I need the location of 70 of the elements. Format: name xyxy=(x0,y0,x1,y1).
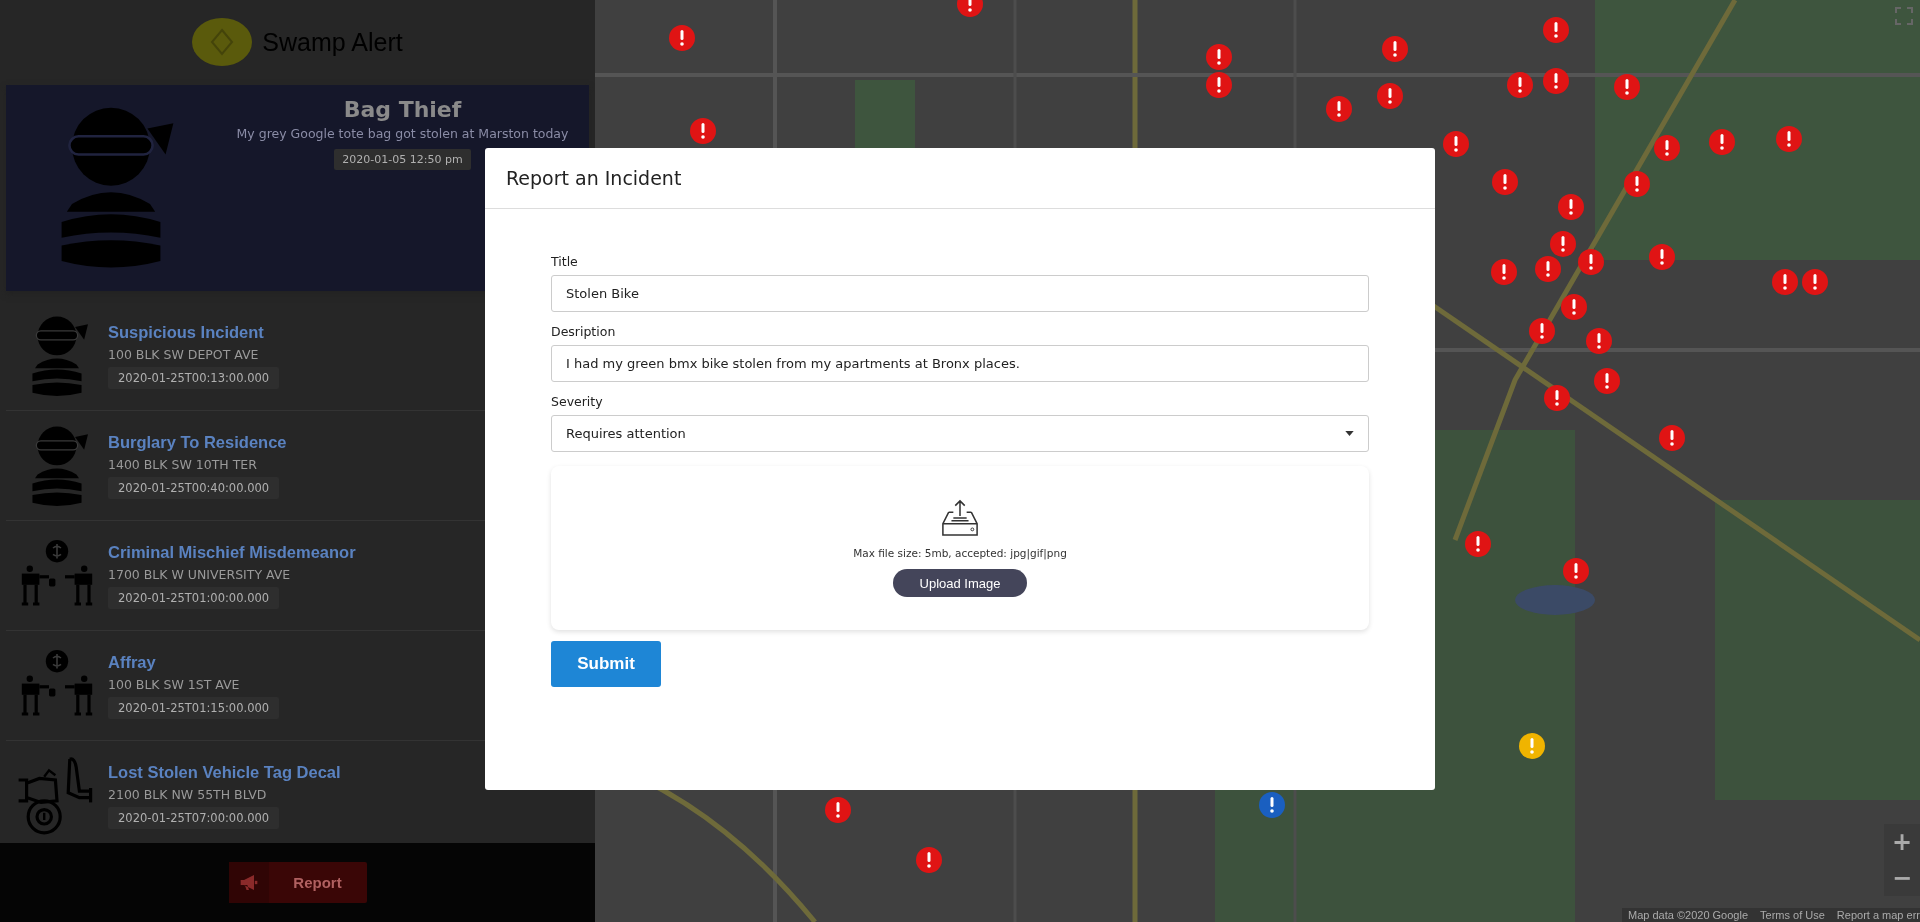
alert-pin-icon[interactable] xyxy=(1800,267,1830,297)
alert-pin-icon[interactable] xyxy=(823,795,853,825)
alert-pin-icon[interactable] xyxy=(1441,129,1471,159)
inbox-upload-icon xyxy=(941,499,979,537)
alert-pin-icon[interactable] xyxy=(1592,366,1622,396)
report-button[interactable]: Report xyxy=(228,862,367,903)
incident-address: 100 BLK SW DEPOT AVE xyxy=(108,347,259,362)
alert-pin-icon[interactable] xyxy=(1622,169,1652,199)
alert-pin-icon[interactable] xyxy=(914,845,944,875)
input-field[interactable]: Stolen Bike xyxy=(551,275,1369,312)
incident-title: Lost Stolen Vehicle Tag Decal xyxy=(108,763,341,782)
featured-time: 2020-01-05 12:50 pm xyxy=(334,149,471,170)
alert-pin-icon[interactable] xyxy=(1489,257,1519,287)
incident-title: Suspicious Incident xyxy=(108,323,264,342)
map-attribution-link[interactable]: Terms of Use xyxy=(1760,909,1825,921)
alert-pin-icon[interactable] xyxy=(1505,70,1535,100)
map-attribution-link[interactable]: Map data ©2020 Google xyxy=(1628,909,1749,921)
input-field[interactable]: I had my green bmx bike stolen from my apartments at Bronx places. xyxy=(551,345,1369,382)
logo-icon xyxy=(192,18,253,66)
alert-pin-icon[interactable] xyxy=(667,23,697,53)
alert-pin-icon[interactable] xyxy=(1612,72,1642,102)
incident-time: 2020-01-25T01:00:00.000 xyxy=(108,587,280,609)
alert-pin-icon[interactable] xyxy=(1517,731,1547,761)
alert-pin-icon[interactable] xyxy=(1556,192,1586,222)
alert-pin-icon[interactable] xyxy=(1647,242,1677,272)
alert-pin-icon[interactable] xyxy=(1584,326,1614,356)
field-label: Title xyxy=(551,254,579,269)
incident-title: Criminal Mischief Misdemeanor xyxy=(108,543,356,562)
alert-pin-icon[interactable] xyxy=(1707,127,1737,157)
featured-title: Bag Thief xyxy=(343,97,462,122)
alert-pin-icon[interactable] xyxy=(1324,94,1354,124)
alert-pin-icon[interactable] xyxy=(1527,316,1557,346)
alert-pin-icon[interactable] xyxy=(1204,42,1234,72)
alert-pin-icon[interactable] xyxy=(1257,790,1287,820)
incident-address: 2100 BLK NW 55TH BLVD xyxy=(108,787,267,802)
alert-pin-icon[interactable] xyxy=(1770,267,1800,297)
alert-pin-icon[interactable] xyxy=(1541,66,1571,96)
alert-pin-icon[interactable] xyxy=(1774,124,1804,154)
featured-description: My grey Google tote bag got stolen at Marston today xyxy=(236,126,569,141)
alert-pin-icon[interactable] xyxy=(1542,383,1572,413)
alert-pin-icon[interactable] xyxy=(688,116,718,146)
alert-pin-icon[interactable] xyxy=(1375,81,1405,111)
alert-pin-icon[interactable] xyxy=(1652,133,1682,163)
incident-time: 2020-01-25T01:15:00.000 xyxy=(108,697,280,719)
alert-pin-icon[interactable] xyxy=(1559,292,1589,322)
upload-image-button[interactable]: Upload Image xyxy=(893,569,1027,597)
select-field[interactable]: Requires attention xyxy=(551,415,1369,452)
alert-pin-icon[interactable] xyxy=(1463,529,1493,559)
incident-time: 2020-01-25T00:40:00.000 xyxy=(108,477,280,499)
incident-title: Burglary To Residence xyxy=(108,433,287,452)
incident-address: 1700 BLK W UNIVERSITY AVE xyxy=(108,567,291,582)
alert-pin-icon[interactable] xyxy=(1561,556,1591,586)
caret-icon xyxy=(1345,431,1354,436)
alert-pin-icon[interactable] xyxy=(1548,229,1578,259)
alert-pin-icon[interactable] xyxy=(1490,167,1520,197)
incident-address: 1400 BLK SW 10TH TER xyxy=(108,457,257,472)
incident-address: 100 BLK SW 1ST AVE xyxy=(108,677,240,692)
incident-time: 2020-01-25T00:13:00.000 xyxy=(108,367,280,389)
alert-pin-icon[interactable] xyxy=(1576,247,1606,277)
alert-pin-icon[interactable] xyxy=(1657,423,1687,453)
alert-pin-icon[interactable] xyxy=(1380,34,1410,64)
upload-hint: Max file size: 5mb, accepted: jpg|gif|png xyxy=(853,547,1067,559)
map-attribution-link[interactable]: Report a map err xyxy=(1836,909,1920,921)
megaphone-icon xyxy=(238,874,259,891)
incident-time: 2020-01-25T07:00:00.000 xyxy=(108,807,280,829)
alert-pin-icon[interactable] xyxy=(1541,15,1571,45)
incident-title: Affray xyxy=(108,653,156,672)
alert-pin-icon[interactable] xyxy=(1204,70,1234,100)
submit-button[interactable]: Submit xyxy=(551,641,661,687)
alert-pin-icon[interactable] xyxy=(1533,254,1563,284)
